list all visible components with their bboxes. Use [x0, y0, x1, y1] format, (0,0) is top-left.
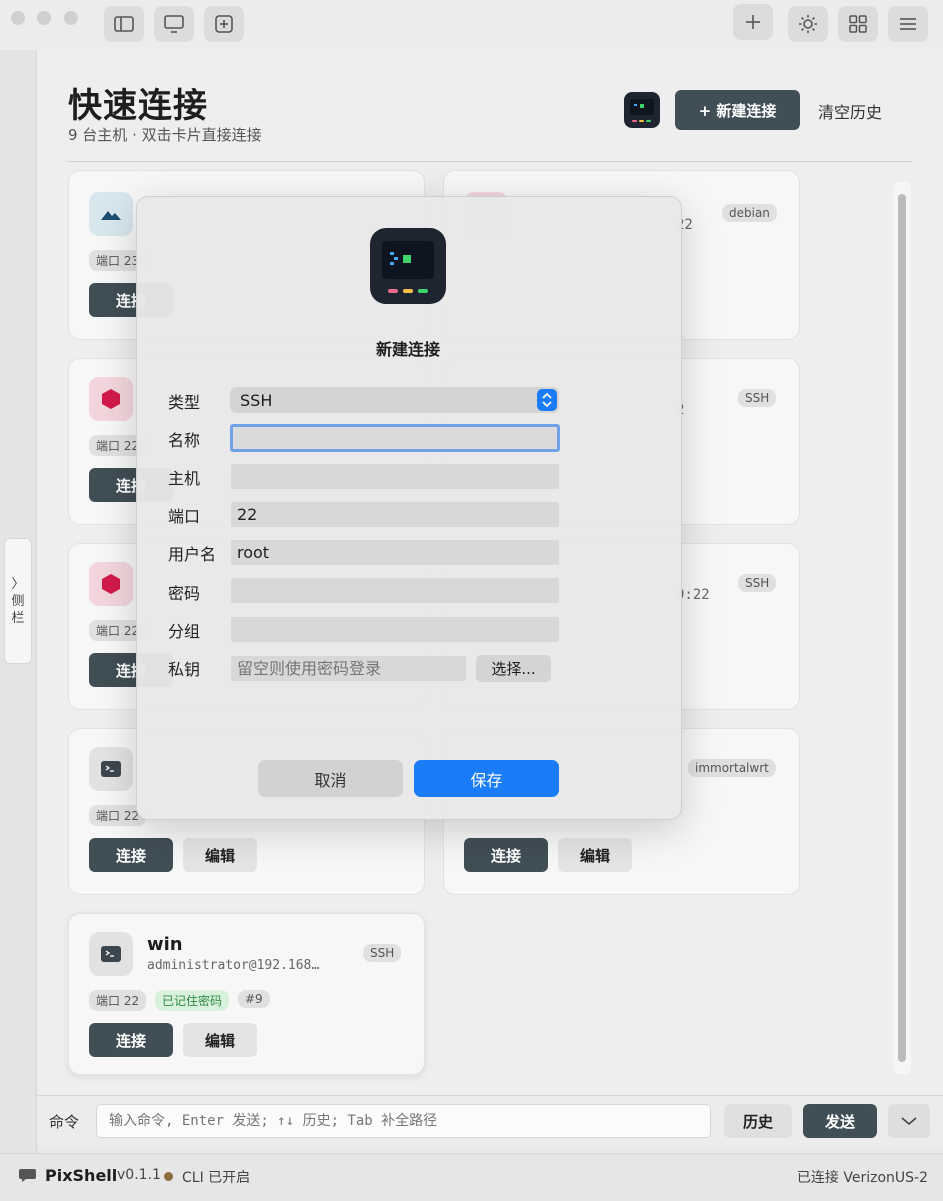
port-badge: 端口 22	[89, 990, 147, 1011]
send-button[interactable]: 发送	[803, 1104, 877, 1138]
index-badge: #9	[238, 990, 270, 1008]
host-name: win	[147, 934, 183, 955]
os-tag: immortalwrt	[688, 759, 776, 777]
grid-icon	[849, 15, 867, 33]
port-label: 端口	[168, 507, 201, 526]
save-button[interactable]: 保存	[414, 760, 559, 797]
name-field[interactable]	[230, 424, 560, 452]
chevron-right-icon: 〉	[11, 576, 25, 592]
page-title: 快速连接	[68, 86, 208, 126]
app-logo-icon	[624, 92, 660, 128]
private-key-label: 私钥	[168, 660, 201, 679]
zoom-window-button[interactable]	[64, 11, 78, 25]
host-label: 主机	[168, 469, 201, 488]
terminal-icon	[89, 932, 133, 976]
protocol-tag: SSH	[738, 389, 777, 407]
connect-button[interactable]: 连接	[89, 1023, 173, 1057]
chat-bubble-icon	[18, 1167, 38, 1187]
clear-history-button[interactable]: 清空历史	[818, 99, 882, 123]
username-field[interactable]	[231, 540, 559, 565]
chevron-updown-icon[interactable]	[537, 389, 557, 411]
saved-password-badge: 已记住密码	[155, 990, 230, 1011]
plus-square-icon	[215, 15, 233, 33]
expand-button[interactable]	[888, 1104, 930, 1138]
protocol-tag: SSH	[363, 944, 402, 962]
history-button[interactable]: 历史	[724, 1104, 792, 1138]
password-field[interactable]	[231, 578, 559, 603]
mountain-icon	[89, 192, 133, 236]
minimize-window-button[interactable]	[37, 11, 51, 25]
edit-button[interactable]: 编辑	[183, 838, 257, 872]
connect-button[interactable]: 连接	[464, 838, 548, 872]
cli-status-dot	[164, 1172, 173, 1181]
app-name: PixShell	[45, 1166, 118, 1185]
sidebar-toggle-tab[interactable]: 〉 侧 栏	[4, 538, 32, 664]
plus-icon	[746, 15, 760, 29]
command-input[interactable]	[96, 1104, 711, 1138]
close-window-button[interactable]	[11, 11, 25, 25]
port-field[interactable]	[231, 502, 559, 527]
grid-view-button[interactable]	[838, 6, 878, 42]
type-select-value: SSH	[240, 390, 273, 410]
app-logo-icon	[370, 228, 446, 304]
sidebar-tab-label-1: 侧	[11, 593, 25, 609]
cancel-button[interactable]: 取消	[258, 760, 403, 797]
command-label: 命令	[49, 1113, 80, 1131]
edit-button[interactable]: 编辑	[183, 1023, 257, 1057]
private-key-field[interactable]	[231, 656, 466, 681]
theme-toggle-button[interactable]	[788, 6, 828, 42]
terminal-icon	[89, 747, 133, 791]
menu-button[interactable]	[888, 6, 928, 42]
name-label: 名称	[168, 431, 201, 450]
type-label: 类型	[168, 393, 201, 412]
type-select[interactable]: SSH	[230, 387, 559, 413]
host-field[interactable]	[231, 464, 559, 489]
hamburger-icon	[900, 18, 916, 30]
username-label: 用户名	[168, 545, 217, 564]
password-label: 密码	[168, 584, 201, 603]
connection-status: 已连接 VerizonUS-2	[796, 1170, 928, 1186]
protocol-tag: SSH	[738, 574, 777, 592]
cli-status: CLI 已开启	[182, 1170, 251, 1186]
hexagon-icon	[89, 377, 133, 421]
header-divider	[67, 161, 912, 162]
sidebar-icon	[114, 16, 134, 32]
sun-icon	[799, 15, 817, 33]
page-subtitle: 9 台主机 · 双击卡片直接连接	[68, 126, 262, 144]
add-button[interactable]	[733, 4, 773, 40]
os-tag: debian	[722, 204, 777, 222]
display-button[interactable]	[154, 6, 194, 42]
dialog-title: 新建连接	[375, 340, 440, 359]
sidebar-tab-label-2: 栏	[11, 610, 25, 626]
connect-button[interactable]: 连接	[89, 838, 173, 872]
edit-button[interactable]: 编辑	[558, 838, 632, 872]
scrollbar-thumb[interactable]	[898, 194, 906, 1062]
group-label: 分组	[168, 622, 201, 641]
app-version: v0.1.1	[117, 1167, 161, 1183]
monitor-icon	[164, 15, 184, 33]
group-field[interactable]	[231, 617, 559, 642]
host-address: administrator@192.168…	[147, 958, 320, 973]
chevron-down-icon	[901, 1117, 917, 1126]
new-connection-button[interactable]: + 新建连接	[675, 90, 800, 130]
new-tab-button[interactable]	[204, 6, 244, 42]
toggle-sidebar-button[interactable]	[104, 6, 144, 42]
hexagon-icon	[89, 562, 133, 606]
choose-key-button[interactable]: 选择...	[476, 655, 551, 682]
